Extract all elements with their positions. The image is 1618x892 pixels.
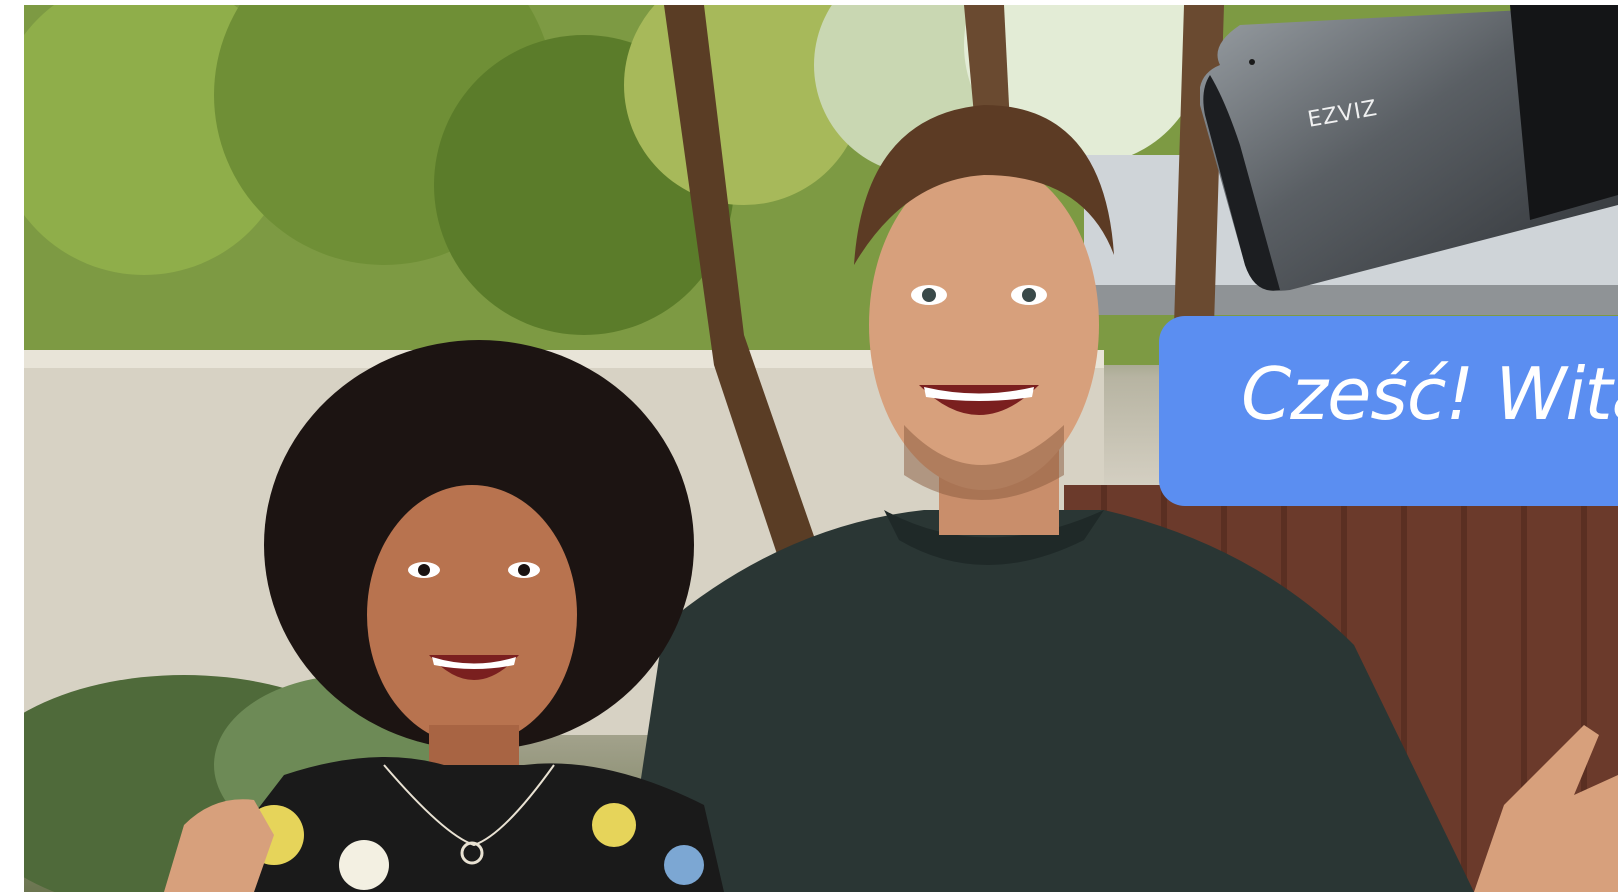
greeting-banner: Cześć! Wita: [1159, 316, 1618, 506]
hero-section: EZVIZ Cześć! Wita: [0, 0, 1618, 892]
greeting-text: Cześć! Wita: [1241, 352, 1618, 436]
camera-illustration: [1199, 5, 1618, 291]
security-camera-image: [1199, 5, 1618, 305]
